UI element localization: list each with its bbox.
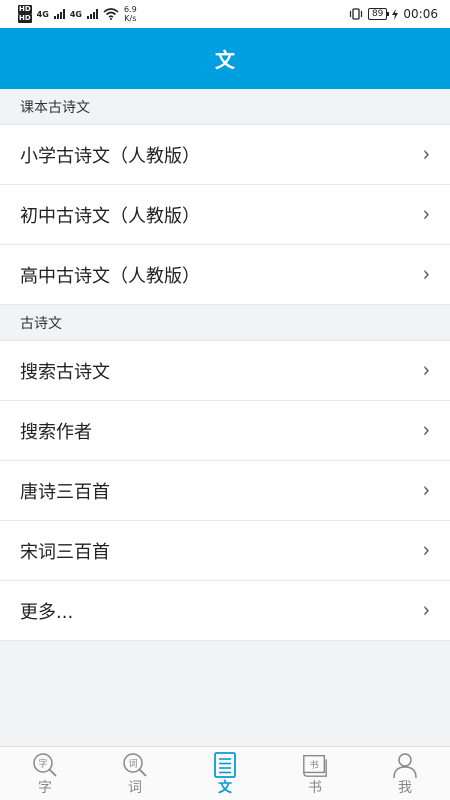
- section-header-classics: 古诗文: [0, 305, 450, 341]
- list-item-search-poems[interactable]: 搜索古诗文 ›: [0, 341, 450, 401]
- list-item-label: 宋词三百首: [20, 541, 110, 563]
- clock: 00:06: [403, 7, 438, 21]
- list-item-song-ci[interactable]: 宋词三百首 ›: [0, 521, 450, 581]
- list-item-label: 高中古诗文（人教版）: [20, 265, 200, 287]
- battery-icon: 89: [367, 8, 390, 20]
- list-item-label: 小学古诗文（人教版）: [20, 145, 200, 167]
- list-item-search-authors[interactable]: 搜索作者 ›: [0, 401, 450, 461]
- section-header-textbook: 课本古诗文: [0, 89, 450, 125]
- list-item-high-school[interactable]: 高中古诗文（人教版） ›: [0, 245, 450, 305]
- tab-word[interactable]: 词 词: [90, 747, 180, 800]
- chevron-right-icon: ›: [422, 477, 430, 504]
- magnifier-word-icon: 词: [121, 751, 149, 779]
- list-item-label: 更多...: [20, 601, 74, 623]
- list-item-middle-school[interactable]: 初中古诗文（人教版） ›: [0, 185, 450, 245]
- section-title: 课本古诗文: [20, 99, 90, 116]
- network-type: 4G: [69, 9, 82, 19]
- status-left: HD HD 4G 4G 6.9 K/s: [18, 5, 137, 23]
- tab-label: 文: [218, 780, 232, 796]
- tab-label: 书: [308, 780, 322, 796]
- tab-book[interactable]: 书 书: [270, 747, 360, 800]
- magnifier-char-icon: 字: [31, 751, 59, 779]
- list-item-label: 唐诗三百首: [20, 481, 110, 503]
- speed-value: 6.9: [123, 5, 137, 14]
- chevron-right-icon: ›: [422, 537, 430, 564]
- speed-unit: K/s: [124, 14, 137, 23]
- content-list: 课本古诗文 小学古诗文（人教版） › 初中古诗文（人教版） › 高中古诗文（人教…: [0, 89, 450, 641]
- list-item-label: 搜索古诗文: [20, 361, 110, 383]
- title-bar: 文: [0, 28, 450, 89]
- status-right: 89 00:06: [349, 7, 438, 21]
- network-speed: 6.9 K/s: [124, 5, 137, 23]
- list-item-primary-school[interactable]: 小学古诗文（人教版） ›: [0, 125, 450, 185]
- tab-label: 字: [38, 780, 52, 796]
- tab-label: 词: [128, 780, 142, 796]
- section-title: 古诗文: [20, 315, 62, 332]
- vibrate-icon: [349, 8, 363, 20]
- status-bar: HD HD 4G 4G 6.9 K/s 89 00:06: [0, 0, 450, 28]
- tab-icon-text: 词: [128, 759, 137, 770]
- list-item-label: 搜索作者: [20, 421, 92, 443]
- hd-badge: HD: [18, 14, 32, 23]
- page-title: 文: [215, 48, 235, 72]
- hd-indicator: HD HD: [18, 5, 32, 23]
- chevron-right-icon: ›: [422, 261, 430, 288]
- list-item-more[interactable]: 更多... ›: [0, 581, 450, 641]
- tab-label: 我: [398, 780, 412, 796]
- chevron-right-icon: ›: [422, 357, 430, 384]
- list-item-label: 初中古诗文（人教版）: [20, 205, 200, 227]
- bottom-tab-bar: 字 字 词 词 文 书 书 我: [0, 746, 450, 800]
- signal-icon: [53, 9, 65, 19]
- network-type: 4G: [36, 9, 49, 19]
- battery-level: 89: [371, 9, 384, 19]
- tab-text[interactable]: 文: [180, 747, 270, 800]
- chevron-right-icon: ›: [422, 201, 430, 228]
- signal-icon: [86, 9, 98, 19]
- hd-badge: HD: [18, 5, 32, 14]
- list-item-tang-poems[interactable]: 唐诗三百首 ›: [0, 461, 450, 521]
- wifi-icon: [103, 8, 119, 20]
- tab-icon-text: 书: [309, 760, 318, 771]
- tab-me[interactable]: 我: [360, 747, 450, 800]
- chevron-right-icon: ›: [422, 141, 430, 168]
- book-icon: 书: [301, 751, 329, 779]
- charging-icon: [392, 8, 399, 20]
- document-icon: [211, 751, 239, 779]
- tab-character[interactable]: 字 字: [0, 747, 90, 800]
- tab-icon-text: 字: [38, 758, 47, 770]
- person-icon: [391, 751, 419, 779]
- chevron-right-icon: ›: [422, 597, 430, 624]
- chevron-right-icon: ›: [422, 417, 430, 444]
